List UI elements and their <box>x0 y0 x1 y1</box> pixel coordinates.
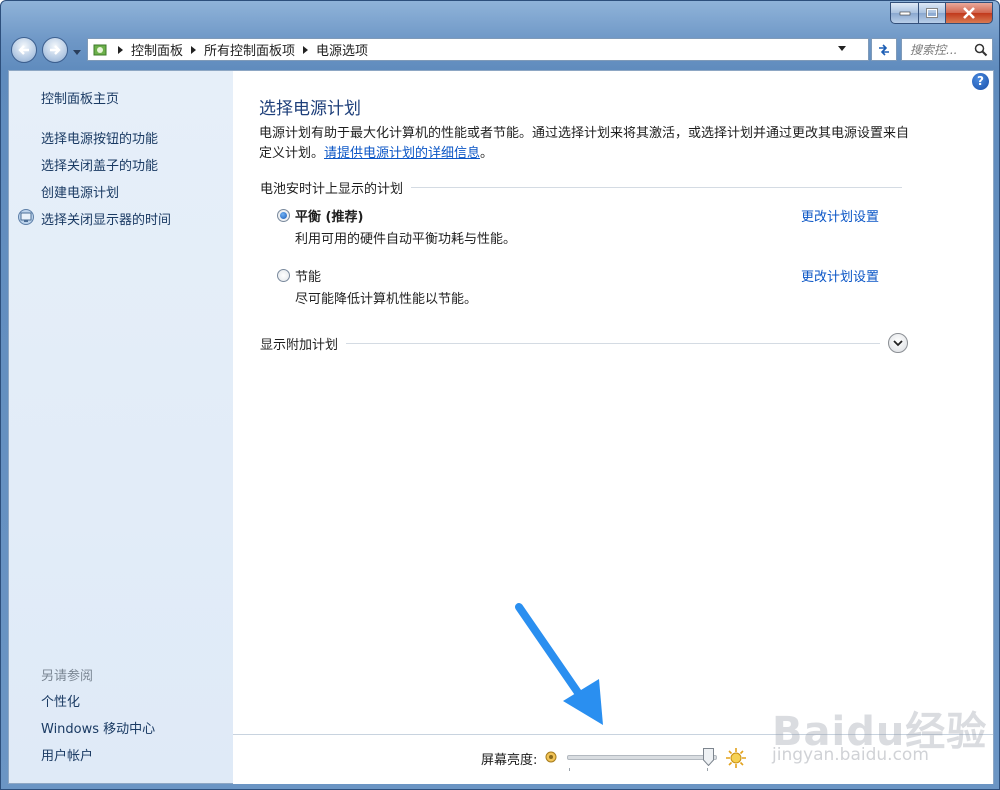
window-controls <box>890 2 993 24</box>
divider <box>411 187 902 188</box>
sidebar-item-lid-close[interactable]: 选择关闭盖子的功能 <box>41 155 158 174</box>
slider-thumb[interactable] <box>703 748 714 766</box>
back-arrow-icon <box>18 45 29 55</box>
plans-group-header: 电池安时计上显示的计划 <box>260 178 902 197</box>
slider-tick <box>707 768 708 771</box>
plan-balanced-settings-link[interactable]: 更改计划设置 <box>801 206 879 225</box>
control-panel-icon <box>93 44 107 55</box>
maximize-icon <box>926 8 938 18</box>
plan-power-saver-name[interactable]: 节能 <box>295 266 321 285</box>
bright-sun-icon <box>726 748 746 768</box>
client-area: 控制面板主页 选择电源按钮的功能 选择关闭盖子的功能 创建电源计划 选择关闭显示… <box>8 70 994 784</box>
search-box[interactable] <box>901 38 993 61</box>
breadcrumb-separator-icon[interactable] <box>303 45 309 54</box>
additional-plans-header[interactable]: 显示附加计划 <box>260 332 908 354</box>
chevron-down-icon <box>73 50 81 55</box>
brightness-bar: 屏幕亮度: <box>233 734 993 784</box>
expand-button[interactable] <box>888 333 908 353</box>
minimize-icon <box>899 11 910 16</box>
brightness-slider[interactable] <box>567 748 717 772</box>
plan-power-saver-desc: 尽可能降低计算机性能以节能。 <box>295 292 478 307</box>
description-end: 。 <box>480 146 494 161</box>
slider-track <box>567 755 717 760</box>
sidebar-item-create-plan[interactable]: 创建电源计划 <box>41 182 119 201</box>
plan-balanced-name[interactable]: 平衡 (推荐) <box>295 206 363 225</box>
sidebar: 控制面板主页 选择电源按钮的功能 选择关闭盖子的功能 创建电源计划 选择关闭显示… <box>9 71 233 783</box>
address-bar[interactable]: 控制面板 所有控制面板项 电源选项 <box>87 38 869 61</box>
breadcrumb-power-options[interactable]: 电源选项 <box>316 40 368 59</box>
sidebar-item-power-button[interactable]: 选择电源按钮的功能 <box>41 128 158 147</box>
refresh-icon <box>879 43 889 56</box>
search-input[interactable] <box>908 41 974 58</box>
breadcrumb-separator-icon[interactable] <box>191 45 197 54</box>
breadcrumb-control-panel[interactable]: 控制面板 <box>131 40 183 59</box>
refresh-button[interactable] <box>871 38 897 61</box>
see-also-heading: 另请参阅 <box>41 669 94 684</box>
plans-group-label: 电池安时计上显示的计划 <box>260 182 404 197</box>
plan-details-link[interactable]: 请提供电源计划的详细信息 <box>324 146 480 161</box>
plan-power-saver-settings-link[interactable]: 更改计划设置 <box>801 266 879 285</box>
breadcrumb-all-items[interactable]: 所有控制面板项 <box>204 40 295 59</box>
plan-power-saver-radio[interactable] <box>277 269 290 282</box>
breadcrumb-separator-icon[interactable] <box>118 45 123 54</box>
plan-balanced-radio[interactable] <box>277 209 290 222</box>
chevron-down-icon <box>893 339 903 346</box>
sidebar-item-personalization[interactable]: 个性化 <box>41 691 80 710</box>
breadcrumb: 控制面板 所有控制面板项 电源选项 <box>110 40 368 59</box>
page-description: 电源计划有助于最大化计算机的性能或者节能。通过选择计划来将其激活，或选择计划并通… <box>259 124 919 164</box>
additional-plans-label[interactable]: 显示附加计划 <box>260 334 338 353</box>
maximize-button[interactable] <box>919 2 946 24</box>
sidebar-item-home[interactable]: 控制面板主页 <box>41 88 119 107</box>
back-button[interactable] <box>11 37 37 63</box>
display-shield-icon <box>18 209 34 225</box>
plan-balanced-desc: 利用可用的硬件自动平衡功耗与性能。 <box>295 232 517 247</box>
sidebar-item-mobility-center[interactable]: Windows 移动中心 <box>41 718 155 737</box>
divider <box>346 342 880 344</box>
navigation-bar: 控制面板 所有控制面板项 电源选项 <box>9 35 993 65</box>
recent-pages-dropdown[interactable] <box>73 45 81 60</box>
forward-button[interactable] <box>42 37 68 63</box>
annotation-arrow-icon <box>515 603 603 725</box>
forward-arrow-icon <box>50 45 61 55</box>
page-title: 选择电源计划 <box>259 99 361 119</box>
address-dropdown-icon[interactable] <box>838 46 846 51</box>
control-panel-window: 控制面板 所有控制面板项 电源选项 控制面板主页 选择电源按钮的功能 选择关闭盖… <box>0 0 1000 790</box>
search-icon[interactable] <box>974 43 988 57</box>
help-icon[interactable]: ? <box>972 73 989 90</box>
sidebar-item-user-accounts[interactable]: 用户帐户 <box>41 745 93 764</box>
dim-brightness-icon <box>545 751 557 763</box>
minimize-button[interactable] <box>890 2 919 24</box>
sidebar-item-display-off[interactable]: 选择关闭显示器的时间 <box>41 209 171 228</box>
slider-tick <box>569 768 570 771</box>
brightness-label: 屏幕亮度: <box>481 753 538 768</box>
close-button[interactable] <box>946 2 993 24</box>
close-icon <box>963 7 975 19</box>
